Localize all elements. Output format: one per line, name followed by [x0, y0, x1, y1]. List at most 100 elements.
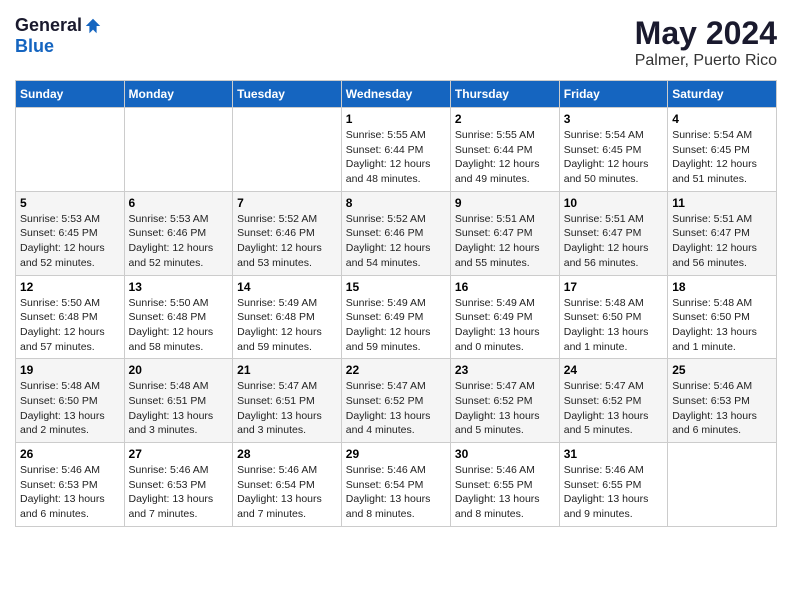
- day-number: 14: [237, 280, 337, 294]
- location-subtitle: Palmer, Puerto Rico: [635, 52, 777, 70]
- header-saturday: Saturday: [668, 81, 777, 108]
- calendar-week-row: 26 Sunrise: 5:46 AM Sunset: 6:53 PM Dayli…: [16, 443, 777, 527]
- day-info: Sunrise: 5:47 AM Sunset: 6:52 PM Dayligh…: [564, 379, 663, 438]
- day-info: Sunrise: 5:49 AM Sunset: 6:48 PM Dayligh…: [237, 296, 337, 355]
- day-info: Sunrise: 5:55 AM Sunset: 6:44 PM Dayligh…: [455, 128, 555, 187]
- table-row: 9 Sunrise: 5:51 AM Sunset: 6:47 PM Daylig…: [450, 191, 559, 275]
- day-info: Sunrise: 5:51 AM Sunset: 6:47 PM Dayligh…: [455, 212, 555, 271]
- day-number: 7: [237, 196, 337, 210]
- table-row: 22 Sunrise: 5:47 AM Sunset: 6:52 PM Dayli…: [341, 359, 450, 443]
- day-number: 21: [237, 363, 337, 377]
- day-number: 10: [564, 196, 663, 210]
- table-row: 30 Sunrise: 5:46 AM Sunset: 6:55 PM Dayli…: [450, 443, 559, 527]
- header-tuesday: Tuesday: [233, 81, 342, 108]
- day-info: Sunrise: 5:46 AM Sunset: 6:53 PM Dayligh…: [20, 463, 120, 522]
- day-info: Sunrise: 5:46 AM Sunset: 6:54 PM Dayligh…: [237, 463, 337, 522]
- table-row: 26 Sunrise: 5:46 AM Sunset: 6:53 PM Dayli…: [16, 443, 125, 527]
- day-number: 2: [455, 112, 555, 126]
- day-number: 23: [455, 363, 555, 377]
- calendar-week-row: 5 Sunrise: 5:53 AM Sunset: 6:45 PM Daylig…: [16, 191, 777, 275]
- day-info: Sunrise: 5:53 AM Sunset: 6:46 PM Dayligh…: [129, 212, 229, 271]
- day-number: 30: [455, 447, 555, 461]
- table-row: 24 Sunrise: 5:47 AM Sunset: 6:52 PM Dayli…: [559, 359, 667, 443]
- table-row: [233, 108, 342, 192]
- day-info: Sunrise: 5:50 AM Sunset: 6:48 PM Dayligh…: [129, 296, 229, 355]
- logo-general-text: General: [15, 15, 82, 36]
- day-info: Sunrise: 5:49 AM Sunset: 6:49 PM Dayligh…: [455, 296, 555, 355]
- table-row: 5 Sunrise: 5:53 AM Sunset: 6:45 PM Daylig…: [16, 191, 125, 275]
- calendar-week-row: 19 Sunrise: 5:48 AM Sunset: 6:50 PM Dayli…: [16, 359, 777, 443]
- day-number: 4: [672, 112, 772, 126]
- table-row: 2 Sunrise: 5:55 AM Sunset: 6:44 PM Daylig…: [450, 108, 559, 192]
- table-row: 15 Sunrise: 5:49 AM Sunset: 6:49 PM Dayli…: [341, 275, 450, 359]
- day-number: 1: [346, 112, 446, 126]
- day-info: Sunrise: 5:46 AM Sunset: 6:55 PM Dayligh…: [455, 463, 555, 522]
- day-number: 9: [455, 196, 555, 210]
- day-number: 28: [237, 447, 337, 461]
- day-info: Sunrise: 5:47 AM Sunset: 6:52 PM Dayligh…: [455, 379, 555, 438]
- day-info: Sunrise: 5:48 AM Sunset: 6:50 PM Dayligh…: [564, 296, 663, 355]
- table-row: 28 Sunrise: 5:46 AM Sunset: 6:54 PM Dayli…: [233, 443, 342, 527]
- day-number: 16: [455, 280, 555, 294]
- page-header: General Blue May 2024 Palmer, Puerto Ric…: [15, 15, 777, 70]
- day-info: Sunrise: 5:52 AM Sunset: 6:46 PM Dayligh…: [237, 212, 337, 271]
- table-row: 7 Sunrise: 5:52 AM Sunset: 6:46 PM Daylig…: [233, 191, 342, 275]
- day-info: Sunrise: 5:50 AM Sunset: 6:48 PM Dayligh…: [20, 296, 120, 355]
- day-number: 31: [564, 447, 663, 461]
- day-info: Sunrise: 5:47 AM Sunset: 6:52 PM Dayligh…: [346, 379, 446, 438]
- table-row: 29Sunrise: 5:46 AM Sunset: 6:54 PM Dayli…: [341, 443, 450, 527]
- table-row: 16 Sunrise: 5:49 AM Sunset: 6:49 PM Dayli…: [450, 275, 559, 359]
- table-row: 18Sunrise: 5:48 AM Sunset: 6:50 PM Dayli…: [668, 275, 777, 359]
- table-row: 14 Sunrise: 5:49 AM Sunset: 6:48 PM Dayli…: [233, 275, 342, 359]
- header-sunday: Sunday: [16, 81, 125, 108]
- title-block: May 2024 Palmer, Puerto Rico: [635, 15, 777, 70]
- header-thursday: Thursday: [450, 81, 559, 108]
- day-number: 13: [129, 280, 229, 294]
- day-number: 29: [346, 447, 446, 461]
- day-info: Sunrise: 5:46 AM Sunset: 6:53 PM Dayligh…: [129, 463, 229, 522]
- table-row: 27Sunrise: 5:46 AM Sunset: 6:53 PM Dayli…: [124, 443, 233, 527]
- day-info: Sunrise: 5:46 AM Sunset: 6:53 PM Dayligh…: [672, 379, 772, 438]
- logo-icon: [84, 17, 102, 35]
- table-row: 17 Sunrise: 5:48 AM Sunset: 6:50 PM Dayli…: [559, 275, 667, 359]
- day-number: 6: [129, 196, 229, 210]
- day-info: Sunrise: 5:47 AM Sunset: 6:51 PM Dayligh…: [237, 379, 337, 438]
- table-row: 20Sunrise: 5:48 AM Sunset: 6:51 PM Dayli…: [124, 359, 233, 443]
- table-row: 23 Sunrise: 5:47 AM Sunset: 6:52 PM Dayli…: [450, 359, 559, 443]
- day-info: Sunrise: 5:46 AM Sunset: 6:55 PM Dayligh…: [564, 463, 663, 522]
- table-row: 13 Sunrise: 5:50 AM Sunset: 6:48 PM Dayli…: [124, 275, 233, 359]
- table-row: 25 Sunrise: 5:46 AM Sunset: 6:53 PM Dayli…: [668, 359, 777, 443]
- table-row: [124, 108, 233, 192]
- table-row: 19 Sunrise: 5:48 AM Sunset: 6:50 PM Dayli…: [16, 359, 125, 443]
- day-number: 11: [672, 196, 772, 210]
- day-info: Sunrise: 5:54 AM Sunset: 6:45 PM Dayligh…: [564, 128, 663, 187]
- table-row: 11Sunrise: 5:51 AM Sunset: 6:47 PM Dayli…: [668, 191, 777, 275]
- day-info: Sunrise: 5:48 AM Sunset: 6:50 PM Dayligh…: [672, 296, 772, 355]
- day-number: 15: [346, 280, 446, 294]
- day-number: 19: [20, 363, 120, 377]
- day-info: Sunrise: 5:53 AM Sunset: 6:45 PM Dayligh…: [20, 212, 120, 271]
- day-info: Sunrise: 5:55 AM Sunset: 6:44 PM Dayligh…: [346, 128, 446, 187]
- day-number: 24: [564, 363, 663, 377]
- day-info: Sunrise: 5:49 AM Sunset: 6:49 PM Dayligh…: [346, 296, 446, 355]
- header-wednesday: Wednesday: [341, 81, 450, 108]
- day-number: 8: [346, 196, 446, 210]
- header-monday: Monday: [124, 81, 233, 108]
- day-number: 5: [20, 196, 120, 210]
- day-number: 25: [672, 363, 772, 377]
- day-number: 17: [564, 280, 663, 294]
- table-row: 10 Sunrise: 5:51 AM Sunset: 6:47 PM Dayli…: [559, 191, 667, 275]
- day-number: 12: [20, 280, 120, 294]
- table-row: 1 Sunrise: 5:55 AM Sunset: 6:44 PM Daylig…: [341, 108, 450, 192]
- day-info: Sunrise: 5:48 AM Sunset: 6:50 PM Dayligh…: [20, 379, 120, 438]
- day-info: Sunrise: 5:51 AM Sunset: 6:47 PM Dayligh…: [564, 212, 663, 271]
- day-info: Sunrise: 5:54 AM Sunset: 6:45 PM Dayligh…: [672, 128, 772, 187]
- calendar-header-row: Sunday Monday Tuesday Wednesday Thursday…: [16, 81, 777, 108]
- day-info: Sunrise: 5:52 AM Sunset: 6:46 PM Dayligh…: [346, 212, 446, 271]
- calendar-week-row: 1 Sunrise: 5:55 AM Sunset: 6:44 PM Daylig…: [16, 108, 777, 192]
- day-number: 22: [346, 363, 446, 377]
- day-number: 26: [20, 447, 120, 461]
- table-row: 4 Sunrise: 5:54 AM Sunset: 6:45 PM Daylig…: [668, 108, 777, 192]
- month-year-title: May 2024: [635, 15, 777, 52]
- calendar-week-row: 12 Sunrise: 5:50 AM Sunset: 6:48 PM Dayli…: [16, 275, 777, 359]
